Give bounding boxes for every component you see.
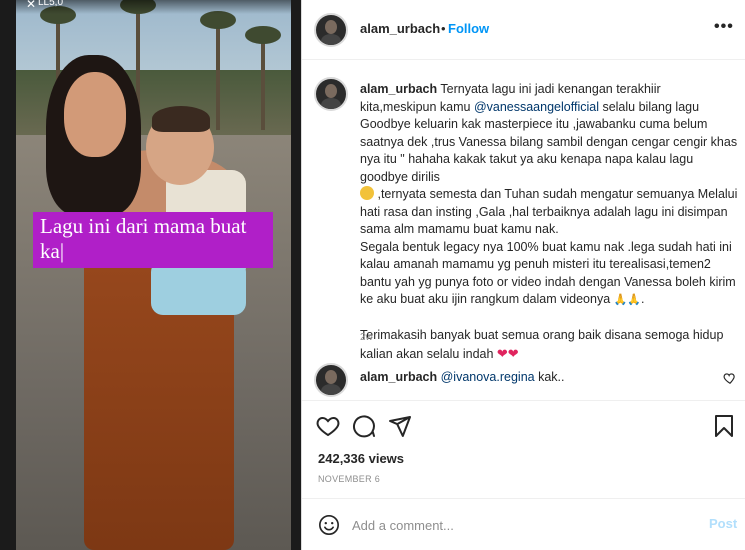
- reply-mention[interactable]: @ivanova.regina: [441, 370, 535, 384]
- comment-icon[interactable]: [352, 414, 376, 438]
- reply-avatar[interactable]: [314, 363, 348, 397]
- avatar[interactable]: [314, 13, 348, 47]
- palm-tree: [200, 11, 236, 130]
- story-caption-text: Lagu ini dari mama buat ka|: [40, 214, 247, 263]
- action-bar: [302, 400, 745, 448]
- like-small-icon[interactable]: [723, 371, 737, 385]
- caption-author[interactable]: alam_urbach: [360, 82, 437, 96]
- baby-shorts: [151, 260, 246, 315]
- caption-paragraph-2: Segala bentuk legacy nya 100% buat kamu …: [360, 239, 736, 307]
- post-media[interactable]: ✕ LL5,0 Lagu ini dari mama buat ka|: [16, 0, 291, 550]
- reply-text: kak..: [534, 370, 565, 384]
- bookmark-icon[interactable]: [712, 414, 736, 438]
- pray-emoji-icon: 🙏🙏: [613, 294, 642, 306]
- post-caption: alam_urbach Ternyata lagu ini jadi kenan…: [360, 81, 738, 363]
- caption-time-ago[interactable]: 2w: [360, 332, 373, 343]
- baby-hair: [152, 106, 210, 132]
- caption-paragraph-2-end: .: [641, 292, 645, 306]
- caption-paragraph-3: Terimakasih banyak buat semua orang baik…: [360, 328, 724, 361]
- caption-avatar[interactable]: [314, 77, 348, 111]
- share-icon[interactable]: [388, 414, 412, 438]
- post-header: alam_urbach • Follow •••: [302, 0, 745, 60]
- palm-tree: [245, 26, 281, 130]
- post-comment-button[interactable]: Post: [709, 516, 737, 531]
- add-comment-bar: Post: [302, 498, 745, 550]
- caption-mention[interactable]: @vanessaangelofficial: [474, 100, 599, 114]
- more-options-icon[interactable]: •••: [714, 18, 734, 36]
- post-date[interactable]: NOVEMBER 6: [318, 474, 380, 484]
- heart-icon[interactable]: [316, 414, 340, 438]
- views-count[interactable]: 242,336 views: [318, 451, 404, 466]
- woman-face: [64, 72, 126, 157]
- separator-dot: •: [441, 21, 446, 36]
- grimace-emoji-icon: [360, 186, 374, 200]
- close-icon[interactable]: ✕: [26, 0, 36, 11]
- reply-comment: alam_urbach @ivanova.regina kak..: [360, 370, 564, 384]
- post-author-username[interactable]: alam_urbach: [360, 21, 440, 36]
- instagram-post-viewer: ✕ LL5,0 Lagu ini dari mama buat ka| alam…: [0, 0, 745, 550]
- add-comment-input[interactable]: [352, 515, 692, 535]
- smile-icon[interactable]: [318, 514, 340, 536]
- caption-text-c: ,ternyata semesta dan Tuhan sudah mengat…: [360, 187, 738, 236]
- heart-emoji-icon: ❤❤: [496, 345, 519, 361]
- post-panel: alam_urbach • Follow ••• alam_urbach Ter…: [301, 0, 745, 550]
- story-label: LL5,0: [38, 0, 64, 8]
- reply-author[interactable]: alam_urbach: [360, 370, 437, 384]
- follow-button[interactable]: Follow: [448, 21, 489, 36]
